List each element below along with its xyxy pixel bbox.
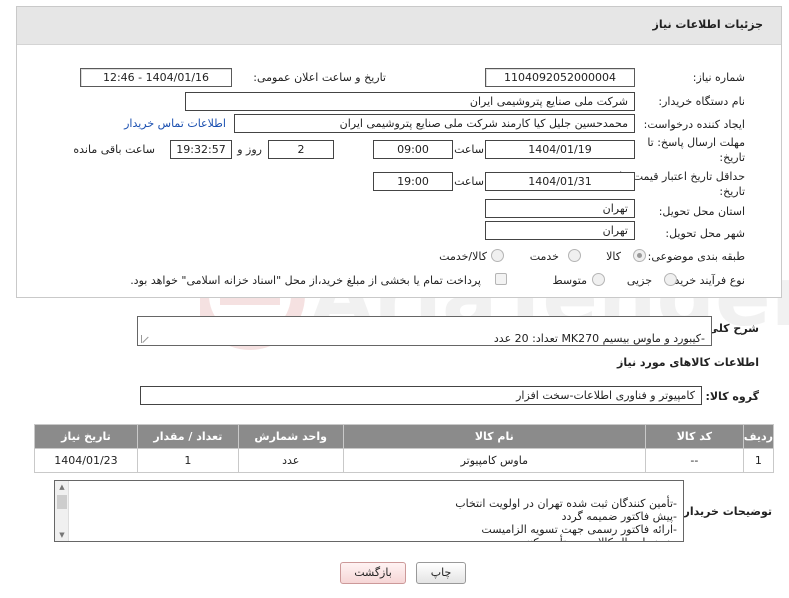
deadline-time-label: ساعت — [454, 143, 484, 156]
buyer-org-label: نام دستگاه خریدار: — [658, 95, 745, 108]
process-option-medium: متوسط — [552, 274, 587, 287]
need-number-label: شماره نیاز: — [692, 71, 745, 84]
category-label: طبقه بندی موضوعی: — [647, 250, 745, 263]
back-button[interactable]: بازگشت — [340, 562, 406, 584]
validity-label: حداقل تاریخ اعتبار قیمت: تا — [619, 170, 745, 183]
resize-handle-icon[interactable] — [141, 335, 149, 343]
remaining-time-label: ساعت باقی مانده — [73, 143, 155, 156]
category-option-service: خدمت — [529, 250, 559, 263]
category-radio-goods[interactable] — [633, 249, 646, 262]
days-label: روز و — [237, 143, 262, 156]
category-option-goods-service: کالا/خدمت — [439, 250, 487, 263]
goods-table: ردیف کد کالا نام کالا واحد شمارش تعداد /… — [34, 424, 775, 473]
goods-section-title: اطلاعات کالاهای مورد نیاز — [617, 356, 759, 369]
validity-time-field: 19:00 — [373, 172, 453, 191]
treasury-payment-note: پرداخت تمام یا بخشی از مبلغ خرید،از محل … — [130, 274, 481, 287]
buyer-org-field: شرکت ملی صنایع پتروشیمی ایران — [185, 92, 635, 111]
cell-quantity: 1 — [136, 448, 239, 473]
need-number-field: 1104092052000004 — [485, 68, 635, 87]
buyer-contact-link[interactable]: اطلاعات تماس خریدار — [124, 117, 226, 131]
deadline-date-field: 1404/01/19 — [485, 140, 635, 159]
col-row: ردیف — [742, 424, 775, 449]
announce-datetime-field: 1404/01/16 - 12:46 — [80, 68, 232, 87]
city-label: شهر محل تحویل: — [665, 227, 745, 240]
province-label: استان محل تحویل: — [658, 205, 745, 218]
buyer-notes-text: -تأمین کنندگان ثبت شده تهران در اولویت ا… — [455, 497, 677, 541]
panel-header: جزئیات اطلاعات نیاز — [17, 7, 781, 45]
cell-need-date: 1404/01/23 — [34, 448, 138, 473]
deadline-time-field: 09:00 — [373, 140, 453, 159]
col-need-date: تاریخ نیاز — [34, 424, 138, 449]
process-radio-medium[interactable] — [592, 273, 605, 286]
validity-date-field: 1404/01/31 — [485, 172, 635, 191]
print-button[interactable]: چاپ — [416, 562, 466, 584]
scroll-up-icon[interactable]: ▲ — [57, 483, 67, 491]
process-label: نوع فرآیند خرید : — [667, 274, 745, 287]
buyer-notes-scrollbar[interactable]: ▲ ▼ — [55, 481, 69, 541]
process-radio-minor[interactable] — [664, 273, 677, 286]
col-name: نام کالا — [342, 424, 646, 449]
validity-label-date: تاریخ: — [719, 185, 745, 198]
city-field: تهران — [485, 221, 635, 240]
panel-title: جزئیات اطلاعات نیاز — [652, 18, 764, 31]
cell-code: -- — [644, 448, 744, 473]
category-radio-service[interactable] — [568, 249, 581, 262]
buyer-notes-textarea[interactable]: -تأمین کنندگان ثبت شده تهران در اولویت ا… — [54, 480, 684, 542]
buyer-notes-label: توضیحات خریدار: — [679, 505, 772, 518]
goods-group-label: گروه کالا: — [705, 390, 759, 403]
goods-group-field: کامپیوتر و فناوری اطلاعات-سخت افزار — [140, 386, 702, 405]
treasury-payment-checkbox[interactable] — [495, 273, 507, 285]
scroll-thumb[interactable] — [57, 495, 67, 509]
description-textarea[interactable]: -کیبورد و ماوس بیسیم MK270 تعداد: 20 عدد… — [137, 316, 712, 346]
table-row[interactable]: 1 -- ماوس کامپیوتر عدد 1 1404/01/23 — [34, 448, 775, 473]
process-option-minor: جزیی — [626, 274, 652, 287]
days-remaining-field: 2 — [268, 140, 334, 159]
remaining-time-field: 19:32:57 — [170, 140, 232, 159]
cell-unit: عدد — [237, 448, 344, 473]
deadline-label: مهلت ارسال پاسخ: تا — [647, 136, 745, 149]
province-field: تهران — [485, 199, 635, 218]
requester-label: ایجاد کننده درخواست: — [643, 118, 745, 131]
scroll-down-icon[interactable]: ▼ — [57, 531, 67, 539]
category-option-goods: کالا — [606, 250, 621, 263]
col-unit: واحد شمارش — [237, 424, 344, 449]
requester-field: محمدحسین جلیل کیا کارمند شرکت ملی صنایع … — [234, 114, 635, 133]
validity-time-label: ساعت — [454, 175, 484, 188]
cell-name: ماوس کامپیوتر — [342, 448, 646, 473]
col-quantity: تعداد / مقدار — [136, 424, 239, 449]
announce-label: تاریخ و ساعت اعلان عمومی: — [253, 71, 386, 84]
description-text: -کیبورد و ماوس بیسیم MK270 تعداد: 20 عدد… — [493, 332, 705, 345]
table-header-row: ردیف کد کالا نام کالا واحد شمارش تعداد /… — [34, 424, 775, 449]
category-radio-goods-service[interactable] — [491, 249, 504, 262]
cell-row: 1 — [742, 448, 775, 473]
col-code: کد کالا — [644, 424, 744, 449]
deadline-label-date: تاریخ: — [719, 151, 745, 164]
